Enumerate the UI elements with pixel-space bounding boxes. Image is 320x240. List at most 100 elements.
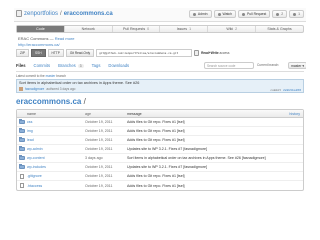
table-row[interactable]: wp-admin October 19, 2011 Updates site to … <box>17 145 303 154</box>
tab-issues[interactable]: Issues 1 <box>160 26 209 32</box>
file-name-link[interactable]: wp-admin <box>27 147 85 151</box>
table-row[interactable]: wp-content 3 days ago Sort items in alphab… <box>17 154 303 163</box>
table-row[interactable]: .htaccess October 19, 2011 Adds files to G… <box>17 181 303 190</box>
row-icon-cell <box>17 155 27 160</box>
repo-name-link[interactable]: eraccommons.ca <box>64 11 113 17</box>
watch-button-label: Watch <box>222 12 232 16</box>
tab-issues-label: Issues <box>176 27 188 31</box>
watch-button[interactable]: Watch <box>213 10 236 18</box>
ssh-clone-button[interactable]: SSH <box>30 49 46 57</box>
file-icon <box>20 183 24 188</box>
table-row[interactable]: .gitignore October 19, 2011 Adds files to … <box>17 172 303 181</box>
repo-book-icon <box>16 10 22 17</box>
watchers-count-button[interactable]: 2 <box>272 10 288 18</box>
commit-author: fasnadigmore authored 3 days ago <box>19 87 75 91</box>
latest-commit-prefix: Latest commit to the <box>16 74 45 78</box>
repo-homepage-link[interactable]: http://eraccommons.ca/ <box>18 42 60 47</box>
file-age: October 19, 2011 <box>85 129 113 133</box>
tab-wiki-count: 2 <box>235 27 238 31</box>
breadcrumb-repo-link[interactable]: eraccommons.ca <box>16 97 81 106</box>
read-more-link[interactable]: Read more <box>55 36 75 41</box>
file-name-link[interactable]: css <box>27 120 85 124</box>
folder-icon <box>19 164 25 169</box>
file-name-link[interactable]: .htaccess <box>27 184 85 188</box>
file-name-link[interactable]: wp-includes <box>27 165 85 169</box>
tab-pull-requests[interactable]: Pull Requests 0 <box>113 26 161 32</box>
commit-author-name[interactable]: fasnadigmore <box>25 87 44 91</box>
tab-code[interactable]: Code <box>17 26 65 32</box>
column-header-name: name <box>27 111 36 116</box>
table-row[interactable]: img October 19, 2011 Adds files to Git rep… <box>17 127 303 136</box>
repo-title-separator: / <box>60 10 62 17</box>
file-commit-message[interactable]: Adds files to Git repo. Fixes #1 [tsel] <box>127 174 283 178</box>
repo-description-text: ERAC Commons — <box>18 36 54 41</box>
latest-commit-suffix: branch <box>56 74 66 78</box>
history-link[interactable]: history <box>283 112 303 116</box>
row-icon-cell <box>17 173 27 179</box>
avatar <box>19 87 23 91</box>
files-subnav: Files Commits Branches 3 Tags Downloads S… <box>16 60 306 72</box>
repo-title: zenportfolios / eraccommons.ca <box>16 10 113 17</box>
file-commit-message[interactable]: Updates site to WP 3.2.1. Fixes #7 [fasn… <box>127 165 283 169</box>
file-rows: css October 19, 2011 Adds files to Git rep… <box>17 118 303 190</box>
fork-icon <box>293 12 297 16</box>
subnav-tags[interactable]: Tags <box>92 63 101 68</box>
tab-wiki[interactable]: Wiki 2 <box>208 26 257 32</box>
branch-selector[interactable]: master ▾ <box>288 62 306 69</box>
last-commit-box: Sort items in alphabetical order on tax … <box>16 79 304 93</box>
tab-stats-graphs[interactable]: Stats & Graphs <box>256 26 303 32</box>
admin-button[interactable]: Admin <box>188 10 212 18</box>
table-row[interactable]: lead October 19, 2011 Adds files to Git re… <box>17 136 303 145</box>
file-commit-message[interactable]: Updates site to WP 3.2.1. Fixes #7 [fasn… <box>127 147 283 151</box>
access-level-bold: Read+Write <box>201 51 219 55</box>
subnav-commits[interactable]: Commits <box>34 63 51 68</box>
git-readonly-clone-button[interactable]: Git Read-Only <box>65 49 95 57</box>
column-header-age: age <box>85 111 91 116</box>
file-commit-message[interactable]: Adds files to Git repo. Fixes #1 [tsel] <box>127 184 283 188</box>
file-name-link[interactable]: .gitignore <box>27 174 85 178</box>
branch-name: master <box>291 63 302 68</box>
file-name-link[interactable]: wp-content <box>27 156 85 160</box>
folder-icon <box>19 128 25 133</box>
subnav-commits-label: Commits <box>33 63 51 68</box>
tab-pull-requests-label: Pull Requests <box>122 27 146 31</box>
subnav-downloads[interactable]: Downloads <box>108 63 129 68</box>
breadcrumb: eraccommons.ca / <box>16 97 86 106</box>
subnav-branches-label: Branches <box>58 63 76 68</box>
latest-commit-branch[interactable]: master <box>46 74 56 78</box>
zip-download-button[interactable]: ZIP <box>16 49 29 57</box>
tab-pull-requests-count: 0 <box>147 27 150 31</box>
file-icon <box>20 173 24 179</box>
http-clone-button[interactable]: HTTP <box>47 49 64 57</box>
gear-icon <box>192 12 196 16</box>
tab-network-label: Network <box>81 27 95 31</box>
repo-owner-link[interactable]: zenportfolios <box>24 11 58 17</box>
file-commit-message[interactable]: Sort items in alphabetical order on tax … <box>127 156 283 160</box>
forks-count-button[interactable]: 1 <box>289 10 304 18</box>
column-header-message: message <box>127 111 142 116</box>
file-age: October 19, 2011 <box>85 138 113 142</box>
subnav-files[interactable]: Files <box>16 63 26 68</box>
breadcrumb-slash: / <box>83 97 86 106</box>
folder-icon <box>19 119 25 124</box>
file-name-link[interactable]: img <box>27 129 85 133</box>
clone-url-field[interactable]: git@github.com:zenportfolios/eraccommons… <box>96 49 193 57</box>
file-table-header: name age message history <box>17 110 303 118</box>
table-row[interactable]: wp-includes October 19, 2011 Updates site … <box>17 163 303 172</box>
commit-sha-link[interactable]: 2e9b9ba208 <box>283 88 301 92</box>
file-commit-message[interactable]: Adds files to Git repo. Fixes #1 [tsel] <box>127 129 283 133</box>
file-commit-message[interactable]: Adds files to Git repo. Fixes #1 [tsel] <box>127 120 283 124</box>
file-name-link[interactable]: lead <box>27 138 85 142</box>
subnav-branches[interactable]: Branches 3 <box>58 63 84 68</box>
table-row[interactable]: css October 19, 2011 Adds files to Git rep… <box>17 118 303 127</box>
copy-icon[interactable] <box>194 50 200 56</box>
pull-request-button[interactable]: Pull Request <box>237 10 271 18</box>
file-table: name age message history css October 19, … <box>16 109 304 191</box>
file-commit-message[interactable]: Adds files to Git repo. Fixes #1 [tsel] <box>127 138 283 142</box>
commit-message[interactable]: Sort items in alphabetical order on tax … <box>19 81 139 85</box>
file-age: October 19, 2011 <box>85 174 113 178</box>
source-search-input[interactable]: Search source code <box>204 62 254 69</box>
row-icon-cell <box>17 183 27 188</box>
branches-count: 3 <box>77 63 84 68</box>
tab-network[interactable]: Network <box>65 26 113 32</box>
